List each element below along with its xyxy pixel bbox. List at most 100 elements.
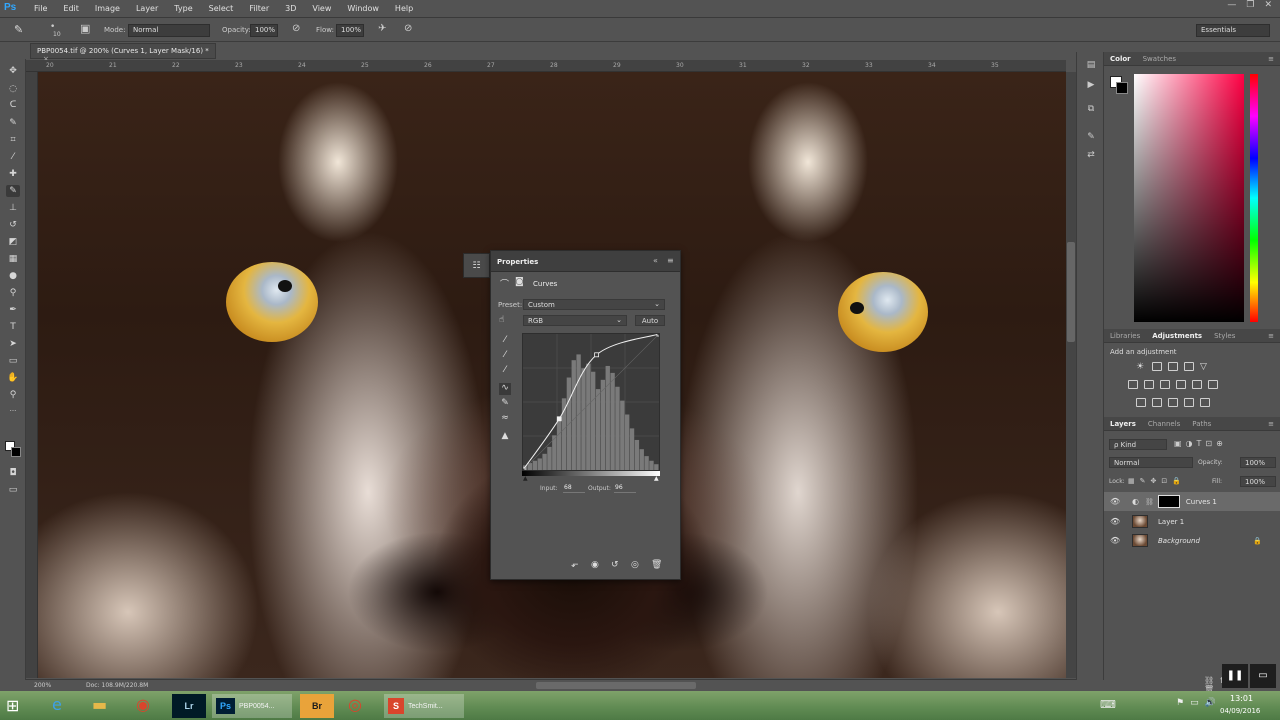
visibility-eye-icon[interactable]: 👁	[1110, 497, 1122, 506]
vertical-scroll-thumb[interactable]	[1067, 242, 1075, 342]
layers-panel-menu-icon[interactable]: ≡	[1268, 420, 1274, 428]
delete-adjustment-icon[interactable]: 🗑	[651, 560, 662, 570]
tab-paths[interactable]: Paths	[1186, 420, 1217, 428]
zoom-level[interactable]: 200%	[34, 682, 51, 689]
layer-opacity-input[interactable]: 100%	[1240, 457, 1276, 468]
threshold-icon[interactable]	[1168, 398, 1178, 407]
clipping-warning-icon[interactable]: ▲	[499, 431, 511, 443]
menu-edit[interactable]: Edit	[55, 4, 87, 13]
internet-explorer-icon[interactable]: e	[52, 695, 62, 714]
pause-recording-button[interactable]: ❚❚	[1222, 664, 1248, 688]
edit-points-icon[interactable]: ∿	[499, 383, 511, 395]
windows-start-icon[interactable]: ⊞	[6, 696, 19, 715]
workspace-select[interactable]: Essentials	[1196, 24, 1270, 37]
posterize-icon[interactable]	[1152, 398, 1162, 407]
curves-graph[interactable]	[520, 331, 662, 473]
menu-image[interactable]: Image	[87, 4, 128, 13]
levels-icon[interactable]	[1152, 362, 1162, 371]
eyedropper-tool-icon[interactable]: ⁄	[6, 151, 20, 163]
restore-button[interactable]: ❐	[1246, 0, 1254, 12]
document-tab[interactable]: PBP0054.tif @ 200% (Curves 1, Layer Mask…	[30, 43, 216, 63]
channel-select[interactable]: RGB ⌄	[523, 315, 627, 326]
quick-select-tool-icon[interactable]: ✎	[6, 117, 20, 129]
opacity-input[interactable]: 100%	[250, 24, 278, 37]
invert-icon[interactable]	[1136, 398, 1146, 407]
brush-panel-icon[interactable]: ▣	[80, 22, 90, 35]
menu-3d[interactable]: 3D	[277, 4, 304, 13]
input-field[interactable]: 68	[563, 483, 585, 493]
pencil-draw-icon[interactable]: ✎	[499, 398, 511, 410]
color-lookup-icon[interactable]	[1208, 380, 1218, 389]
keyboard-icon[interactable]: ⌨	[1100, 698, 1116, 711]
collapse-panel-icon[interactable]: «	[653, 256, 658, 265]
menu-file[interactable]: File	[26, 4, 55, 13]
panel-menu-icon[interactable]: ≡	[667, 256, 674, 265]
airbrush-icon[interactable]: ✈	[378, 23, 386, 34]
white-point-eyedropper-icon[interactable]: ⁄	[499, 365, 511, 377]
tab-libraries[interactable]: Libraries	[1104, 332, 1146, 340]
clip-to-layer-icon[interactable]: ⬐	[571, 560, 579, 570]
layer-row-layer-1[interactable]: 👁 Layer 1	[1104, 512, 1280, 531]
menu-type[interactable]: Type	[166, 4, 200, 13]
visibility-eye-icon[interactable]: 👁	[1110, 517, 1122, 526]
white-input-slider-icon[interactable]: ▲	[654, 475, 659, 482]
reset-adjustment-icon[interactable]: ↺	[611, 560, 619, 570]
layer-filter-icons[interactable]: ▣◑T⊡⊕	[1174, 439, 1227, 448]
crop-tool-icon[interactable]: ⌗	[6, 134, 20, 146]
blur-tool-icon[interactable]: ●	[6, 270, 20, 282]
lightroom-taskbar-app[interactable]: Lr	[172, 694, 206, 718]
tab-layers[interactable]: Layers	[1104, 420, 1142, 428]
color-picker-field[interactable]	[1134, 74, 1244, 322]
adjustments-panel-menu-icon[interactable]: ≡	[1268, 332, 1274, 340]
healing-brush-tool-icon[interactable]: ✚	[6, 168, 20, 180]
layer-row-background[interactable]: 👁 Background 🔒	[1104, 531, 1280, 550]
background-color-swatch[interactable]	[11, 447, 21, 457]
properties-panel-icon[interactable]: ☷	[463, 253, 490, 278]
ruler-left[interactable]	[26, 72, 38, 678]
type-tool-icon[interactable]: T	[6, 321, 20, 333]
pressure-opacity-icon[interactable]: ⊘	[292, 23, 300, 34]
file-explorer-icon[interactable]: ▬	[92, 695, 107, 714]
visibility-eye-icon[interactable]: 👁	[1110, 536, 1122, 545]
brightness-contrast-icon[interactable]: ☀	[1136, 362, 1146, 372]
blend-mode-select[interactable]: Normal	[1109, 457, 1193, 468]
vertical-scrollbar[interactable]	[1066, 72, 1076, 678]
bridge-taskbar-app[interactable]: Br	[300, 694, 334, 718]
ruler-top[interactable]: 20 21 22 23 24 25 26 27 28 29 30 31 32 3…	[26, 60, 1066, 72]
lasso-tool-icon[interactable]: ᑕ	[6, 99, 20, 111]
mask-link-icon[interactable]: ⛓	[1145, 498, 1154, 506]
actions-panel-icon[interactable]: ▶	[1084, 80, 1098, 92]
brush-tool-icon-active[interactable]: ✎	[6, 185, 20, 197]
tab-swatches[interactable]: Swatches	[1137, 55, 1182, 63]
brush-tool-icon[interactable]: ✎	[14, 23, 23, 36]
properties-header[interactable]: Properties « ≡	[491, 251, 680, 272]
path-selection-tool-icon[interactable]: ➤	[6, 338, 20, 350]
tab-styles[interactable]: Styles	[1208, 332, 1241, 340]
tray-icons[interactable]: ⚑▭🔊	[1176, 698, 1222, 708]
minimize-button[interactable]: —	[1227, 0, 1236, 12]
preset-select[interactable]: Custom ⌄	[523, 299, 665, 310]
exposure-icon[interactable]	[1184, 362, 1194, 371]
history-panel-icon[interactable]: ▤	[1084, 60, 1098, 72]
menu-select[interactable]: Select	[201, 4, 242, 13]
layer-row-curves-1[interactable]: 👁 ◐ ⛓ Curves 1	[1104, 492, 1280, 511]
channel-mixer-icon[interactable]	[1192, 380, 1202, 389]
toggle-visibility-icon[interactable]: ◎	[631, 560, 639, 570]
pen-tool-icon[interactable]: ✒	[6, 304, 20, 316]
marquee-tool-icon[interactable]: ◌	[6, 83, 20, 95]
adjust-panel-icon[interactable]: ⇄	[1084, 150, 1098, 162]
clone-stamp-tool-icon[interactable]: ⊥	[6, 202, 20, 214]
black-white-icon[interactable]	[1160, 380, 1170, 389]
tab-channels[interactable]: Channels	[1142, 420, 1186, 428]
layer-mask-icon[interactable]: ◙	[515, 277, 524, 287]
zoom-tool-icon[interactable]: ⚲	[6, 389, 20, 401]
gray-point-eyedropper-icon[interactable]: ⁄	[499, 350, 511, 362]
tab-adjustments[interactable]: Adjustments	[1146, 332, 1208, 340]
smooth-curve-icon[interactable]: ≈	[499, 413, 511, 425]
techsmith-taskbar-app[interactable]: S TechSmit...	[384, 694, 464, 718]
photoshop-taskbar-app[interactable]: Ps PBP0054...	[212, 694, 292, 718]
close-button[interactable]: ✕	[1264, 0, 1272, 12]
dodge-tool-icon[interactable]: ⚲	[6, 287, 20, 299]
gradient-map-icon[interactable]	[1200, 398, 1210, 407]
brush-panel-icon[interactable]: ✎	[1084, 132, 1098, 144]
